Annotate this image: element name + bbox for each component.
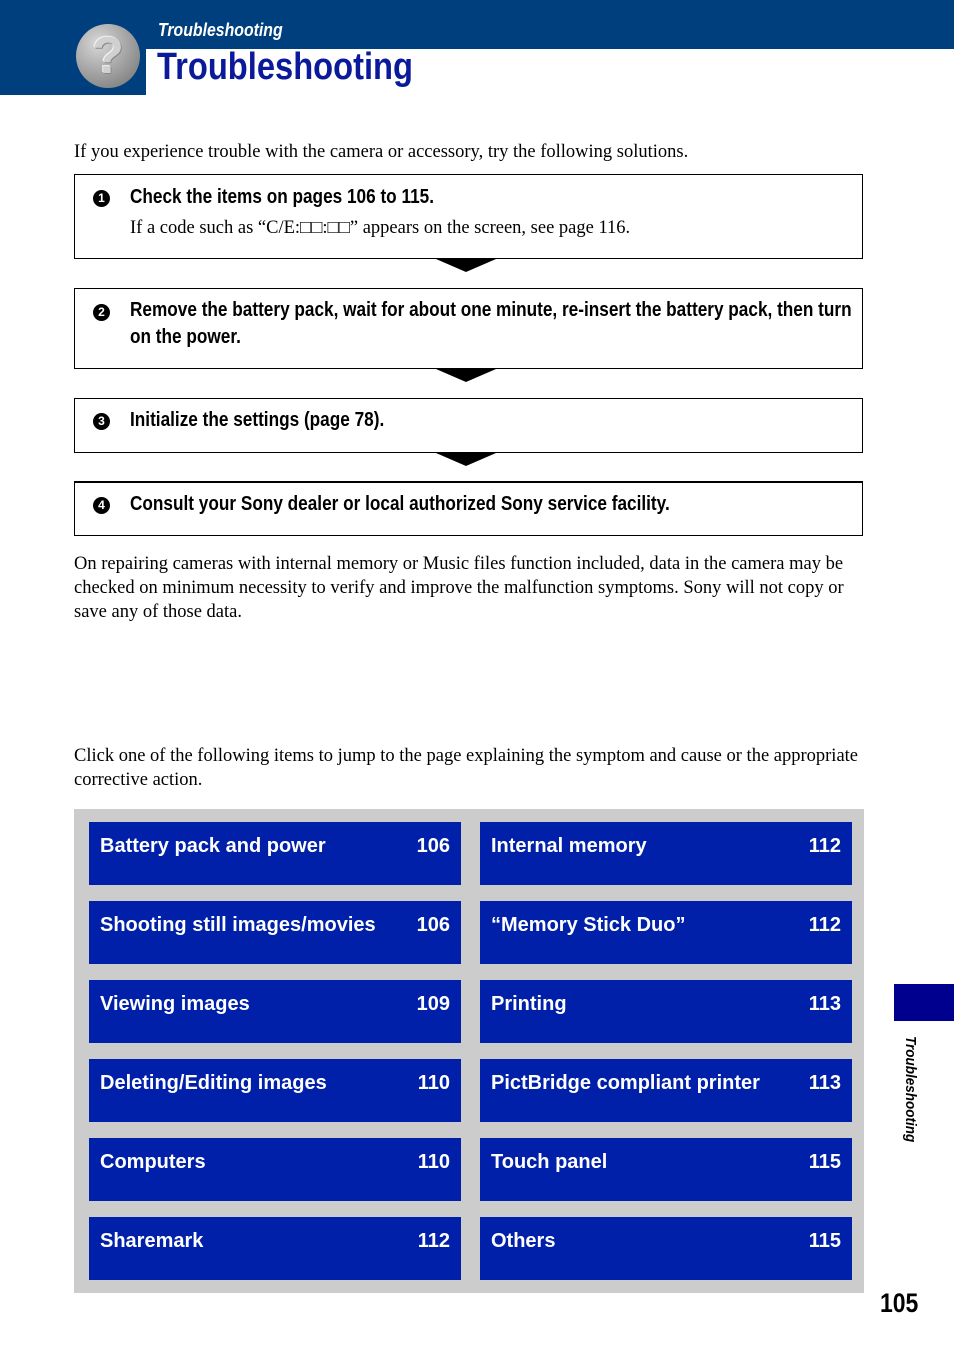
link-touch-panel[interactable]: Touch panel 115 [480, 1138, 852, 1201]
link-battery-pack-and-power[interactable]: Battery pack and power 106 [89, 822, 461, 885]
link-memory-stick-duo[interactable]: “Memory Stick Duo” 112 [480, 901, 852, 964]
link-label: PictBridge compliant printer [491, 1072, 760, 1094]
down-arrow-icon [436, 369, 496, 382]
link-label: Battery pack and power [100, 835, 326, 857]
link-page: 112 [808, 914, 841, 936]
link-page: 113 [808, 1072, 841, 1094]
link-computers[interactable]: Computers 110 [89, 1138, 461, 1201]
section-label: Troubleshooting [158, 20, 283, 40]
step-2-box: 2 Remove the battery pack, wait for abou… [74, 288, 863, 369]
intro-text: If you experience trouble with the camer… [74, 142, 689, 162]
link-page: 113 [808, 993, 841, 1015]
link-label: “Memory Stick Duo” [491, 914, 686, 936]
down-arrow-icon [436, 453, 496, 466]
question-mark-icon: ? [73, 22, 145, 94]
step-3-box: 3 Initialize the settings (page 78). [74, 398, 863, 453]
step-number-1-icon: 1 [93, 190, 110, 207]
link-page: 110 [417, 1072, 450, 1094]
link-shooting-still-images-movies[interactable]: Shooting still images/movies 106 [89, 901, 461, 964]
link-label: Computers [100, 1151, 206, 1173]
link-page: 115 [808, 1230, 841, 1252]
side-section-label: Troubleshooting [902, 1036, 919, 1143]
section-side-tab[interactable] [894, 984, 954, 1021]
links-intro: Click one of the following items to jump… [74, 746, 859, 790]
link-label: Touch panel [491, 1151, 608, 1173]
link-viewing-images[interactable]: Viewing images 109 [89, 980, 461, 1043]
link-printing[interactable]: Printing 113 [480, 980, 852, 1043]
link-page: 109 [416, 993, 450, 1015]
step-1-note: If a code such as “C/E:□□:□□” appears on… [130, 218, 631, 238]
link-deleting-editing-images[interactable]: Deleting/Editing images 110 [89, 1059, 461, 1122]
step-number-2-icon: 2 [93, 304, 110, 321]
repair-note: On repairing cameras with internal memor… [74, 554, 844, 622]
link-page: 110 [417, 1151, 450, 1173]
link-label: Internal memory [491, 835, 647, 857]
link-label: Others [491, 1230, 556, 1252]
link-pictbridge-compliant-printer[interactable]: PictBridge compliant printer 113 [480, 1059, 852, 1122]
step-4-text: Consult your Sony dealer or local author… [130, 493, 670, 515]
step-3-text: Initialize the settings (page 78). [130, 409, 385, 431]
step-number-4-icon: 4 [93, 497, 110, 514]
step-1-box: 1 Check the items on pages 106 to 115. I… [74, 174, 863, 259]
link-label: Sharemark [100, 1230, 204, 1252]
step-number-3-icon: 3 [93, 413, 110, 430]
page-number: 105 [880, 1288, 919, 1318]
step-4-box: 4 Consult your Sony dealer or local auth… [74, 481, 863, 536]
header-band [0, 0, 954, 49]
link-others[interactable]: Others 115 [480, 1217, 852, 1280]
link-page: 106 [416, 914, 450, 936]
link-label: Shooting still images/movies [100, 914, 376, 936]
link-page: 115 [808, 1151, 841, 1173]
link-page: 106 [416, 835, 450, 857]
link-page: 112 [417, 1230, 450, 1252]
step-1-text: Check the items on pages 106 to 115. [130, 186, 434, 208]
link-label: Viewing images [100, 993, 250, 1015]
link-label: Deleting/Editing images [100, 1072, 327, 1094]
link-label: Printing [491, 993, 567, 1015]
symptom-links-panel: Battery pack and power 106 Shooting stil… [74, 809, 864, 1293]
link-sharemark[interactable]: Sharemark 112 [89, 1217, 461, 1280]
step-2-text: Remove the battery pack, wait for about … [130, 299, 852, 348]
link-internal-memory[interactable]: Internal memory 112 [480, 822, 852, 885]
down-arrow-icon [436, 259, 496, 272]
page-title: Troubleshooting [157, 46, 413, 88]
link-page: 112 [808, 835, 841, 857]
